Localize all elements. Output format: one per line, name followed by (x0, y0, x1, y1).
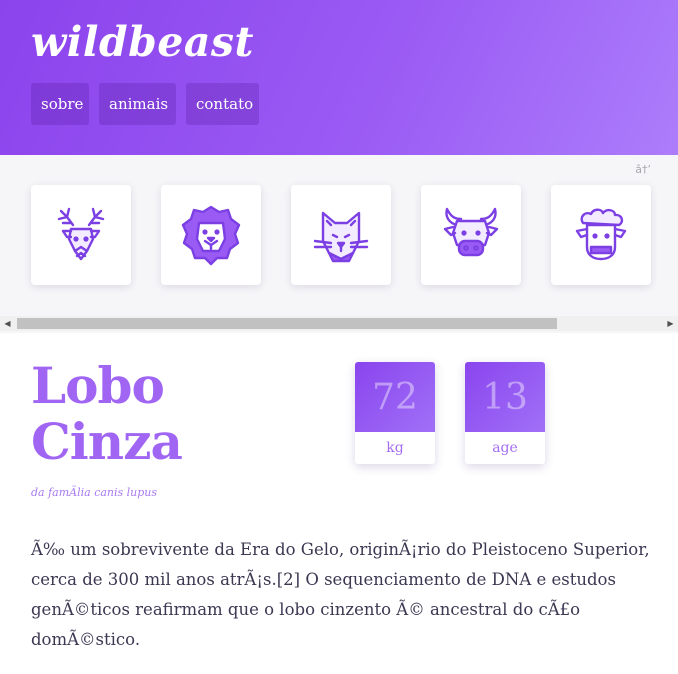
animal-family: da famÃlia canis lupus (31, 486, 158, 499)
animal-card-lion[interactable] (161, 185, 261, 285)
main-nav: sobre animais contato (31, 83, 259, 125)
scroll-hint: â†’ (635, 163, 651, 176)
animal-card-list (31, 185, 651, 285)
weight-stat-card: 72 kg (355, 362, 435, 464)
scroll-left-arrow-icon[interactable]: ◀ (0, 316, 15, 331)
site-header: wildbeast sobre animais contato (0, 0, 678, 155)
animal-card-deer[interactable] (31, 185, 131, 285)
age-value: 13 (465, 362, 545, 432)
age-stat-card: 13 age (465, 362, 545, 464)
nav-item-sobre[interactable]: sobre (31, 83, 89, 125)
scroll-right-arrow-icon[interactable]: ▶ (663, 316, 678, 331)
animal-description: Ã‰ um sobrevivente da Era do Gelo, origi… (31, 540, 650, 649)
bull-icon (443, 207, 499, 257)
age-label: age (492, 440, 518, 456)
animal-gallery: â†’ ◀ ▶ (0, 155, 678, 333)
deer-icon (57, 207, 105, 261)
lion-icon (181, 205, 241, 266)
animal-name-line-2: Cinza (31, 412, 183, 471)
animal-name-line-1: Lobo (31, 356, 165, 415)
weight-value: 72 (355, 362, 435, 432)
cat-icon (313, 211, 369, 263)
scroll-thumb[interactable] (17, 318, 557, 329)
animal-name: Lobo Cinza (31, 356, 183, 471)
nav-item-animais[interactable]: animais (99, 83, 176, 125)
weight-label: kg (386, 440, 404, 456)
sheep-icon (575, 208, 627, 261)
nav-item-contato[interactable]: contato (186, 83, 259, 125)
animal-card-sheep[interactable] (551, 185, 651, 285)
animal-card-bull[interactable] (421, 185, 521, 285)
animal-card-cat[interactable] (291, 185, 391, 285)
site-logo[interactable]: wildbeast (31, 18, 254, 66)
horizontal-scrollbar[interactable]: ◀ ▶ (0, 316, 678, 331)
